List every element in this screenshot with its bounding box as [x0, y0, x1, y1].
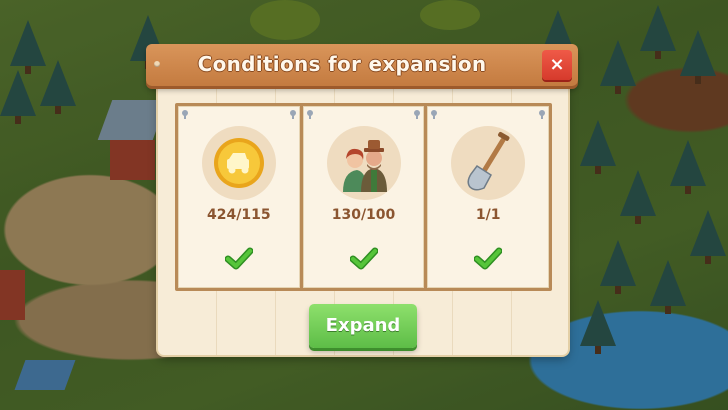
dialog-title-bar: Conditions for expansion ×: [146, 44, 578, 86]
close-button[interactable]: ×: [542, 50, 572, 80]
coin-icon: [201, 126, 276, 200]
expand-button[interactable]: Expand: [309, 304, 417, 348]
pin-icon: [414, 110, 421, 119]
condition-card-tool: 1/1: [427, 106, 550, 288]
condition-value: 130/100: [331, 207, 396, 223]
checkmark-icon: [224, 247, 253, 270]
conditions-panel: 424/115 130/100 1/1: [175, 103, 552, 291]
farmers-icon: [326, 126, 401, 200]
checkmark-icon: [474, 247, 503, 270]
condition-value: 424/115: [207, 207, 271, 223]
pin-icon: [289, 110, 296, 119]
condition-card-population: 130/100: [302, 106, 425, 288]
shovel-icon: [451, 126, 526, 200]
checkmark-icon: [349, 247, 378, 270]
pin-icon: [431, 110, 438, 119]
dialog-title: Conditions for expansion: [197, 52, 487, 76]
condition-value: 1/1: [475, 207, 501, 223]
condition-card-coins: 424/115: [178, 106, 300, 288]
pin-icon: [539, 110, 546, 119]
pin-icon: [306, 110, 313, 119]
pin-icon: [182, 110, 188, 119]
